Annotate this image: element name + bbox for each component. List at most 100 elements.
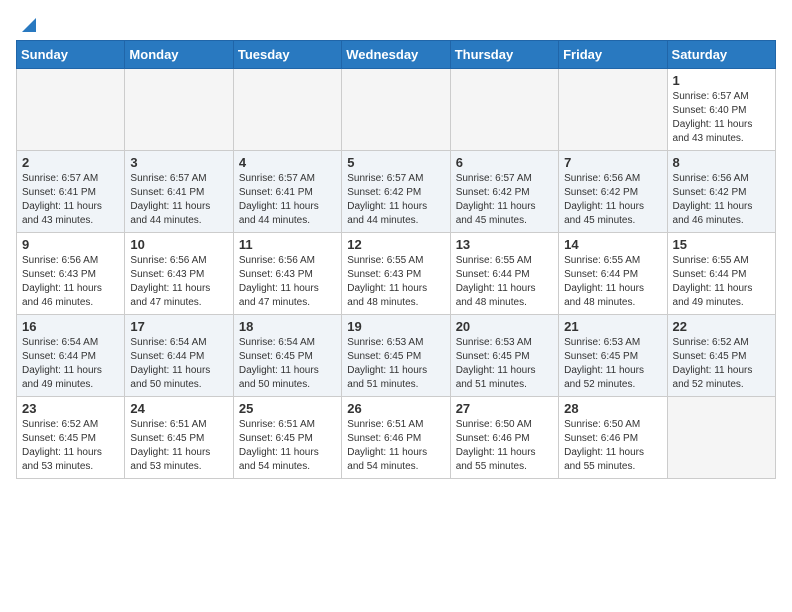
calendar-header-sunday: Sunday	[17, 41, 125, 69]
day-info: Sunrise: 6:56 AM Sunset: 6:42 PM Dayligh…	[564, 172, 661, 228]
calendar-cell: 1Sunrise: 6:57 AM Sunset: 6:40 PM Daylig…	[667, 69, 775, 151]
day-number: 13	[456, 237, 553, 252]
calendar-week-row: 23 Sunrise: 6:52 AM Sunset: 6:45 PM Dayli…	[17, 397, 776, 479]
calendar-cell: 28 Sunrise: 6:50 AM Sunset: 6:46 PM Dayli…	[559, 397, 667, 479]
day-info: Sunrise: 6:55 AM Sunset: 6:44 PM Dayligh…	[456, 254, 553, 310]
day-number: 17	[130, 319, 227, 334]
day-info: Sunrise: 6:53 AM Sunset: 6:45 PM Dayligh…	[456, 336, 553, 392]
calendar-cell	[233, 69, 341, 151]
day-number: 20	[456, 319, 553, 334]
calendar-cell: 11 Sunrise: 6:56 AM Sunset: 6:43 PM Dayli…	[233, 233, 341, 315]
calendar-cell	[667, 397, 775, 479]
calendar-cell: 9 Sunrise: 6:56 AM Sunset: 6:43 PM Daylig…	[17, 233, 125, 315]
calendar-cell: 2 Sunrise: 6:57 AM Sunset: 6:41 PM Daylig…	[17, 151, 125, 233]
day-info: Sunrise: 6:55 AM Sunset: 6:44 PM Dayligh…	[564, 254, 661, 310]
day-number: 14	[564, 237, 661, 252]
page-header	[16, 16, 776, 30]
day-number: 22	[673, 319, 770, 334]
day-info: Sunrise: 6:56 AM Sunset: 6:43 PM Dayligh…	[130, 254, 227, 310]
day-info: Sunrise: 6:55 AM Sunset: 6:44 PM Dayligh…	[673, 254, 770, 310]
calendar-cell: 12Sunrise: 6:55 AM Sunset: 6:43 PM Dayli…	[342, 233, 450, 315]
calendar-header-friday: Friday	[559, 41, 667, 69]
day-info: Sunrise: 6:54 AM Sunset: 6:44 PM Dayligh…	[130, 336, 227, 392]
calendar-cell: 20 Sunrise: 6:53 AM Sunset: 6:45 PM Dayli…	[450, 315, 558, 397]
day-info: Sunrise: 6:53 AM Sunset: 6:45 PM Dayligh…	[347, 336, 444, 392]
calendar-cell	[125, 69, 233, 151]
calendar-header-saturday: Saturday	[667, 41, 775, 69]
calendar-cell: 22 Sunrise: 6:52 AM Sunset: 6:45 PM Dayli…	[667, 315, 775, 397]
day-number: 10	[130, 237, 227, 252]
day-number: 7	[564, 155, 661, 170]
calendar-cell	[559, 69, 667, 151]
calendar-cell: 19 Sunrise: 6:53 AM Sunset: 6:45 PM Dayli…	[342, 315, 450, 397]
day-info: Sunrise: 6:56 AM Sunset: 6:42 PM Dayligh…	[673, 172, 770, 228]
calendar-cell	[17, 69, 125, 151]
day-info: Sunrise: 6:56 AM Sunset: 6:43 PM Dayligh…	[239, 254, 336, 310]
day-number: 26	[347, 401, 444, 416]
day-number: 25	[239, 401, 336, 416]
day-number: 9	[22, 237, 119, 252]
calendar-header-monday: Monday	[125, 41, 233, 69]
calendar-header-tuesday: Tuesday	[233, 41, 341, 69]
day-info: Sunrise: 6:52 AM Sunset: 6:45 PM Dayligh…	[22, 418, 119, 474]
calendar-cell: 4 Sunrise: 6:57 AM Sunset: 6:41 PM Daylig…	[233, 151, 341, 233]
day-number: 27	[456, 401, 553, 416]
day-info: Sunrise: 6:55 AM Sunset: 6:43 PM Dayligh…	[347, 254, 444, 310]
day-number: 5	[347, 155, 444, 170]
day-info: Sunrise: 6:53 AM Sunset: 6:45 PM Dayligh…	[564, 336, 661, 392]
calendar-cell: 27 Sunrise: 6:50 AM Sunset: 6:46 PM Dayli…	[450, 397, 558, 479]
calendar-week-row: 9 Sunrise: 6:56 AM Sunset: 6:43 PM Daylig…	[17, 233, 776, 315]
calendar-cell: 24 Sunrise: 6:51 AM Sunset: 6:45 PM Dayli…	[125, 397, 233, 479]
calendar-cell: 10 Sunrise: 6:56 AM Sunset: 6:43 PM Dayli…	[125, 233, 233, 315]
day-info: Sunrise: 6:57 AM Sunset: 6:41 PM Dayligh…	[130, 172, 227, 228]
day-info: Sunrise: 6:52 AM Sunset: 6:45 PM Dayligh…	[673, 336, 770, 392]
day-info: Sunrise: 6:56 AM Sunset: 6:43 PM Dayligh…	[22, 254, 119, 310]
calendar-cell: 8 Sunrise: 6:56 AM Sunset: 6:42 PM Daylig…	[667, 151, 775, 233]
calendar-table: SundayMondayTuesdayWednesdayThursdayFrid…	[16, 40, 776, 479]
day-number: 15	[673, 237, 770, 252]
day-info: Sunrise: 6:57 AM Sunset: 6:42 PM Dayligh…	[456, 172, 553, 228]
day-number: 3	[130, 155, 227, 170]
day-info: Sunrise: 6:54 AM Sunset: 6:45 PM Dayligh…	[239, 336, 336, 392]
day-number: 19	[347, 319, 444, 334]
calendar-cell: 5 Sunrise: 6:57 AM Sunset: 6:42 PM Daylig…	[342, 151, 450, 233]
day-number: 21	[564, 319, 661, 334]
day-info: Sunrise: 6:51 AM Sunset: 6:46 PM Dayligh…	[347, 418, 444, 474]
day-info: Sunrise: 6:57 AM Sunset: 6:41 PM Dayligh…	[239, 172, 336, 228]
day-number: 18	[239, 319, 336, 334]
calendar-cell: 23 Sunrise: 6:52 AM Sunset: 6:45 PM Dayli…	[17, 397, 125, 479]
logo	[16, 16, 40, 30]
day-info: Sunrise: 6:51 AM Sunset: 6:45 PM Dayligh…	[130, 418, 227, 474]
day-info: Sunrise: 6:57 AM Sunset: 6:41 PM Dayligh…	[22, 172, 119, 228]
day-info: Sunrise: 6:57 AM Sunset: 6:42 PM Dayligh…	[347, 172, 444, 228]
day-info: Sunrise: 6:54 AM Sunset: 6:44 PM Dayligh…	[22, 336, 119, 392]
day-number: 16	[22, 319, 119, 334]
calendar-cell: 7 Sunrise: 6:56 AM Sunset: 6:42 PM Daylig…	[559, 151, 667, 233]
calendar-header-row: SundayMondayTuesdayWednesdayThursdayFrid…	[17, 41, 776, 69]
calendar-cell: 13 Sunrise: 6:55 AM Sunset: 6:44 PM Dayli…	[450, 233, 558, 315]
calendar-cell: 16 Sunrise: 6:54 AM Sunset: 6:44 PM Dayli…	[17, 315, 125, 397]
calendar-cell: 26 Sunrise: 6:51 AM Sunset: 6:46 PM Dayli…	[342, 397, 450, 479]
calendar-cell: 17 Sunrise: 6:54 AM Sunset: 6:44 PM Dayli…	[125, 315, 233, 397]
calendar-week-row: 2 Sunrise: 6:57 AM Sunset: 6:41 PM Daylig…	[17, 151, 776, 233]
day-info: Sunrise: 6:51 AM Sunset: 6:45 PM Dayligh…	[239, 418, 336, 474]
day-number: 6	[456, 155, 553, 170]
day-info: Sunrise: 6:50 AM Sunset: 6:46 PM Dayligh…	[564, 418, 661, 474]
calendar-week-row: 1Sunrise: 6:57 AM Sunset: 6:40 PM Daylig…	[17, 69, 776, 151]
day-number: 8	[673, 155, 770, 170]
calendar-cell	[342, 69, 450, 151]
day-number: 28	[564, 401, 661, 416]
day-number: 23	[22, 401, 119, 416]
day-number: 11	[239, 237, 336, 252]
logo-triangle-icon	[18, 14, 40, 36]
calendar-cell: 6 Sunrise: 6:57 AM Sunset: 6:42 PM Daylig…	[450, 151, 558, 233]
calendar-cell: 3 Sunrise: 6:57 AM Sunset: 6:41 PM Daylig…	[125, 151, 233, 233]
day-number: 4	[239, 155, 336, 170]
calendar-cell: 21 Sunrise: 6:53 AM Sunset: 6:45 PM Dayli…	[559, 315, 667, 397]
day-number: 24	[130, 401, 227, 416]
day-info: Sunrise: 6:57 AM Sunset: 6:40 PM Dayligh…	[673, 90, 770, 146]
day-number: 2	[22, 155, 119, 170]
calendar-cell	[450, 69, 558, 151]
calendar-cell: 18 Sunrise: 6:54 AM Sunset: 6:45 PM Dayli…	[233, 315, 341, 397]
day-info: Sunrise: 6:50 AM Sunset: 6:46 PM Dayligh…	[456, 418, 553, 474]
